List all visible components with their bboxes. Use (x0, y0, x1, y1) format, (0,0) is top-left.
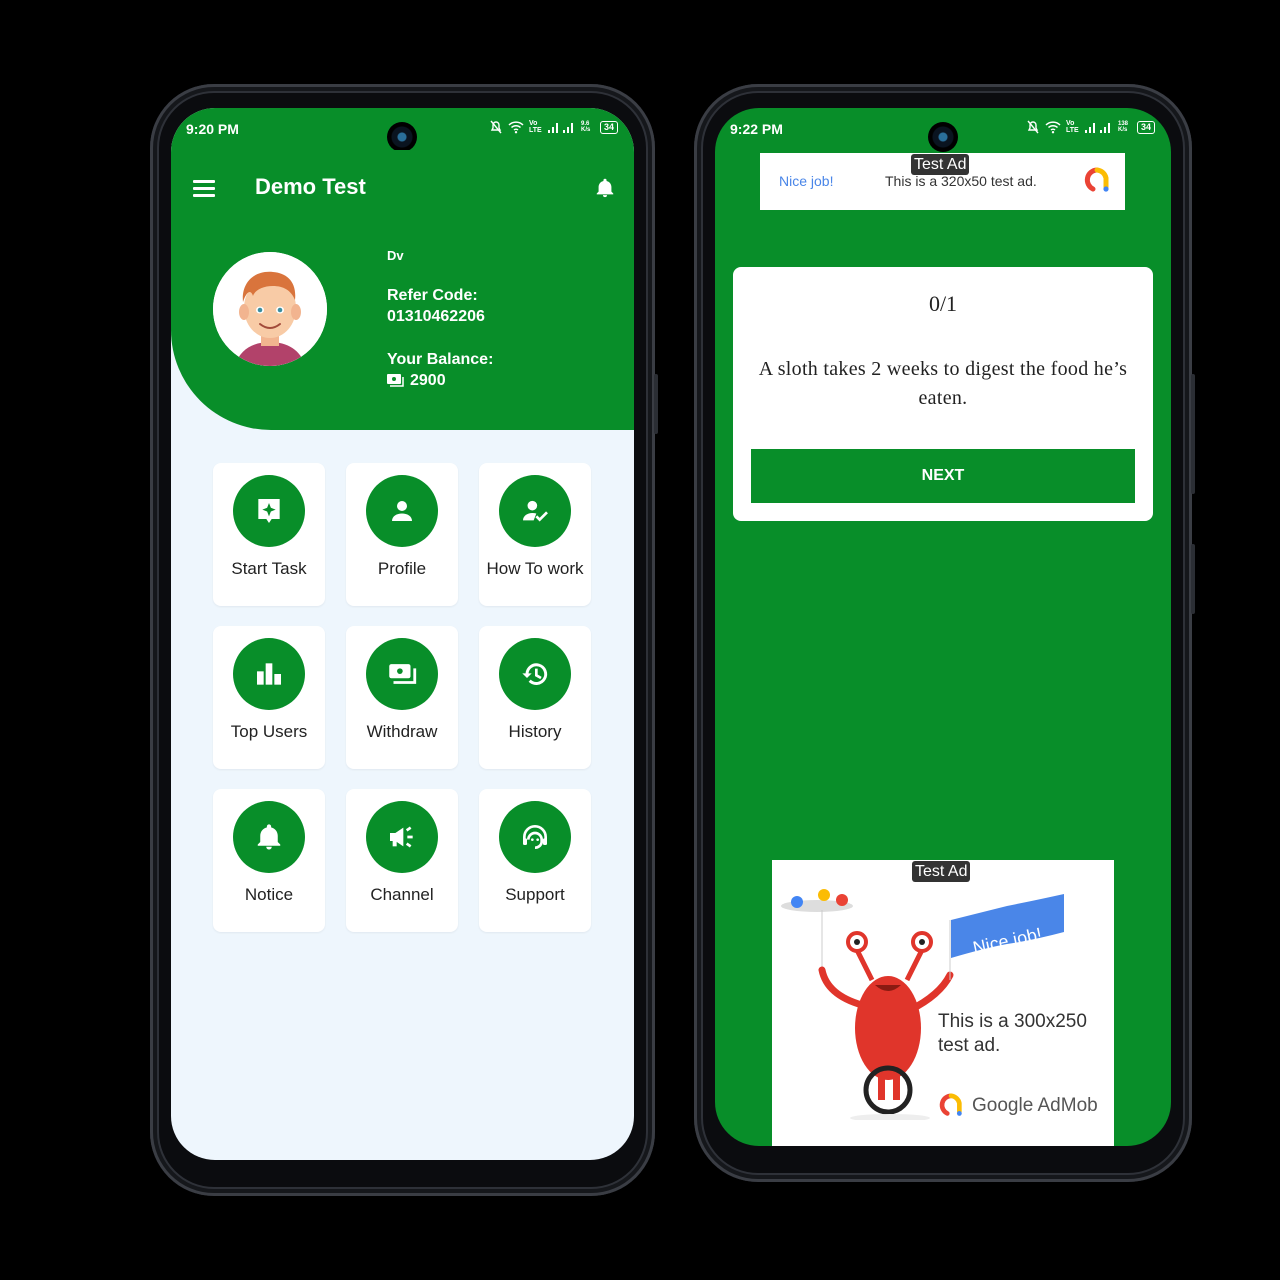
banner-ad-headline: Nice job! (779, 173, 834, 189)
net-speed: 9.6 K/s (580, 121, 591, 133)
tile-label: How To work (486, 559, 584, 578)
balance-label: Your Balance: (387, 351, 494, 368)
person-icon (392, 501, 412, 521)
mrec-ad[interactable]: Test Ad Nice job! This is a 300x250 test… (772, 860, 1114, 1146)
tile-top-users[interactable]: Top Users (213, 626, 325, 769)
status-icons: Vo LTE 9.6 K/s 34 (489, 120, 618, 134)
app-bar: Demo Test (171, 150, 634, 219)
tile-label: Profile (377, 559, 427, 578)
mrec-ad-text: This is a 300x250 test ad. (938, 1011, 1087, 1056)
tile-label: Withdraw (366, 722, 438, 741)
tile-label: Start Task (231, 559, 307, 578)
banner-ad[interactable]: Test Ad Nice job! This is a 320x50 test … (760, 153, 1125, 210)
status-time: 9:20 PM (186, 121, 239, 137)
headset-icon (523, 825, 547, 849)
tile-profile[interactable]: Profile (346, 463, 458, 606)
refer-code-label: Refer Code: (387, 287, 478, 304)
tile-label: History (508, 722, 562, 741)
next-button[interactable]: NEXT (751, 449, 1135, 503)
right-phone-frame: 9:22 PM Vo LTE 138 K/s 34 Test Ad Nice j… (694, 84, 1195, 1182)
power-button (654, 374, 658, 434)
tile-label: Top Users (230, 722, 308, 741)
history-icon (522, 663, 548, 685)
person-check-icon (523, 500, 548, 522)
bar-chart-icon (257, 663, 281, 685)
tile-how-to-work[interactable]: How To work (479, 463, 591, 606)
tile-channel[interactable]: Channel (346, 789, 458, 932)
quiz-progress: 0/1 (928, 291, 958, 316)
user-info: Dv Refer Code: 01310462206 Your Balance:… (387, 248, 493, 413)
bell-icon[interactable] (594, 176, 616, 200)
menu-grid: Start Task Profile How To work Top Users… (213, 463, 593, 932)
tile-label: Notice (244, 885, 294, 904)
app-title: Demo Test (255, 174, 366, 199)
admob-brand: Google AdMob (938, 1093, 1098, 1119)
status-bar: 9:22 PM Vo LTE 138 K/s 34 (715, 108, 1171, 152)
admob-logo-icon (939, 1093, 962, 1116)
mute-bell-icon (1027, 120, 1039, 134)
quiz-screen: 9:22 PM Vo LTE 138 K/s 34 Test Ad Nice j… (715, 108, 1171, 1146)
home-screen: 9:20 PM Vo LTE 9.6 K/s 34 Demo Test Dv R… (171, 108, 634, 1160)
volume-button (1191, 374, 1195, 494)
quiz-card: 0/1 A sloth takes 2 weeks to digest the … (733, 267, 1153, 521)
admob-brand-text: Google AdMob (972, 1095, 1098, 1116)
megaphone-icon (390, 826, 413, 848)
avatar-illustration (213, 252, 327, 366)
network-type: Vo LTE (528, 120, 542, 134)
front-camera (387, 122, 417, 152)
money-icon (387, 373, 404, 387)
payments-icon (389, 664, 417, 684)
balance-row: 2900 (387, 370, 493, 391)
test-ad-label: Test Ad (911, 154, 970, 175)
battery-icon: 34 (599, 120, 618, 134)
test-ad-label: Test Ad (912, 861, 971, 882)
bell-icon (257, 824, 281, 850)
tile-start-task[interactable]: Start Task (213, 463, 325, 606)
tile-label: Channel (370, 885, 434, 904)
net-speed: 138 K/s (1117, 121, 1128, 133)
power-button (1191, 544, 1195, 614)
tile-support[interactable]: Support (479, 789, 591, 932)
front-camera (928, 122, 958, 152)
tile-label: Support (505, 885, 565, 904)
status-icons: Vo LTE 138 K/s 34 (1026, 120, 1155, 134)
left-phone-frame: 9:20 PM Vo LTE 9.6 K/s 34 Demo Test Dv R… (150, 84, 658, 1196)
status-time: 9:22 PM (730, 121, 783, 137)
tile-withdraw[interactable]: Withdraw (346, 626, 458, 769)
tile-history[interactable]: History (479, 626, 591, 769)
wifi-icon (1045, 121, 1061, 134)
task-sparkle-icon (258, 499, 280, 523)
network-type: Vo LTE (1065, 120, 1079, 134)
battery-icon: 34 (1136, 120, 1155, 134)
menu-icon[interactable] (193, 180, 215, 197)
status-bar: 9:20 PM Vo LTE 9.6 K/s 34 (171, 108, 634, 152)
balance-value: 2900 (410, 372, 446, 389)
quiz-fact: A sloth takes 2 weeks to digest the food… (758, 358, 1128, 409)
signal-icon (1084, 123, 1110, 133)
user-name: Dv (387, 248, 404, 263)
avatar[interactable] (213, 252, 327, 366)
signal-icon (547, 123, 573, 133)
tile-notice[interactable]: Notice (213, 789, 325, 932)
mute-bell-icon (490, 120, 502, 134)
wifi-icon (508, 121, 524, 134)
profile-header: Dv Refer Code: 01310462206 Your Balance:… (171, 218, 634, 430)
admob-logo-icon (1084, 167, 1109, 192)
mascot-illustration: Nice job! (781, 889, 1064, 1120)
refer-code-value: 01310462206 (387, 308, 485, 325)
banner-ad-text: This is a 320x50 test ad. (885, 173, 1037, 189)
